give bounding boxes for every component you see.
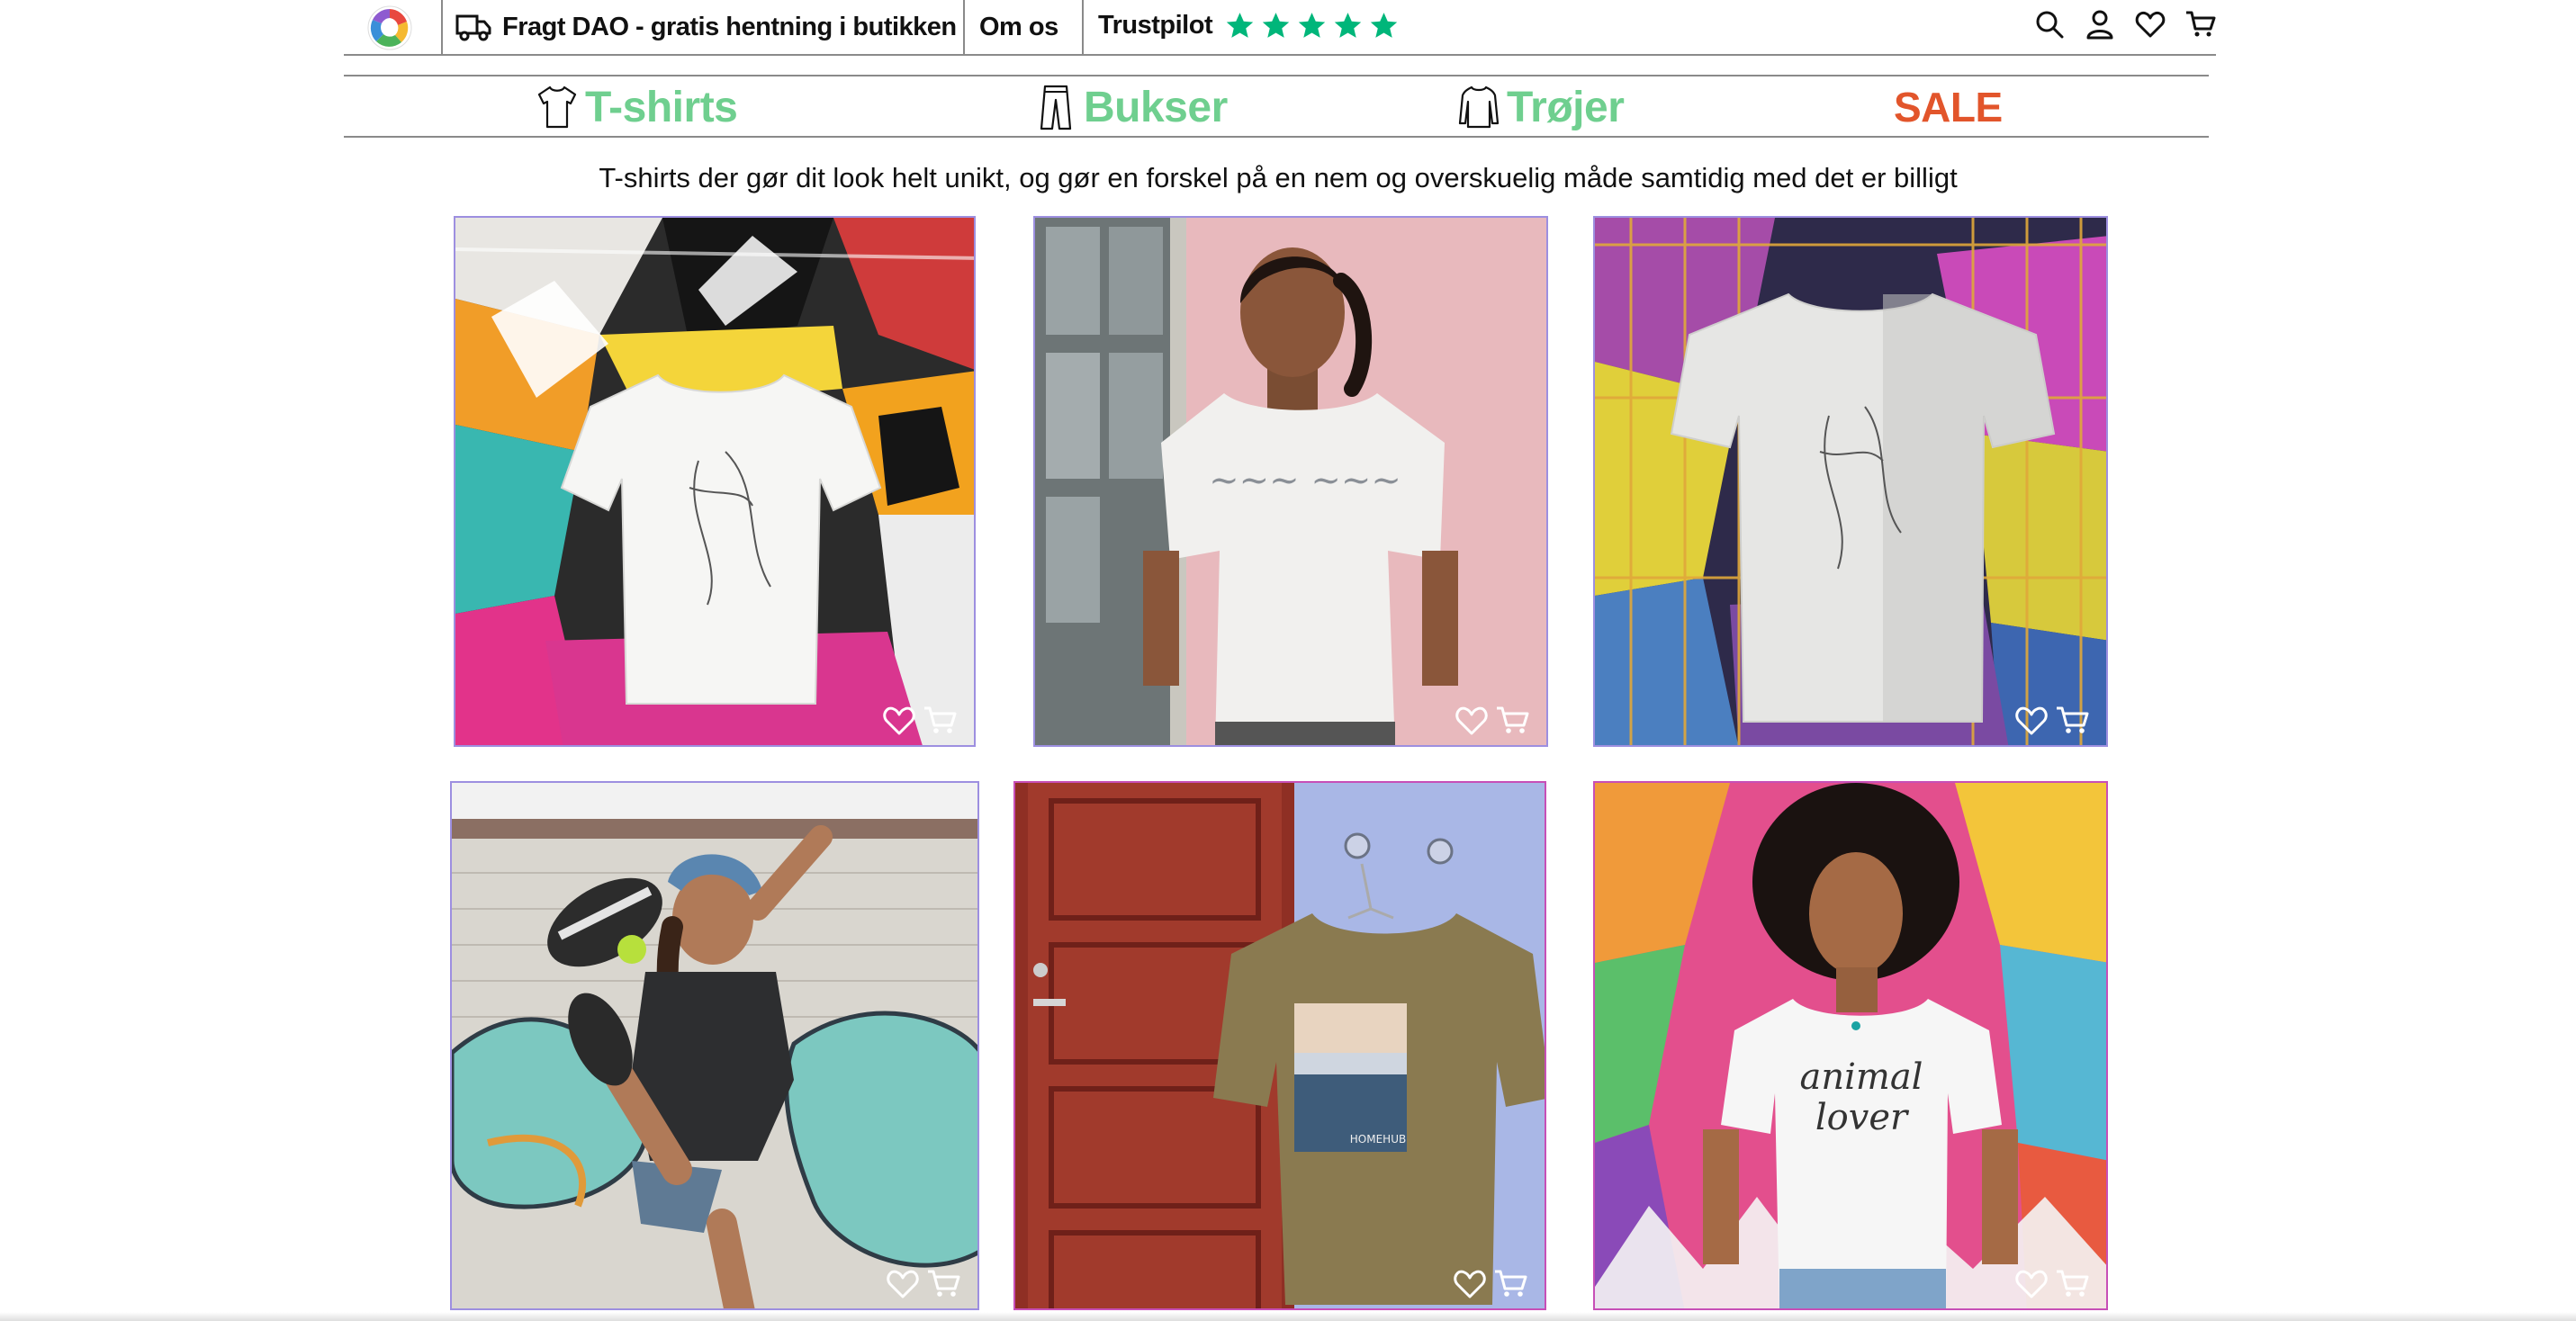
star-icon: [1226, 12, 1254, 38]
category-label: T-shirts: [585, 83, 738, 131]
svg-text:animal: animal: [1800, 1056, 1923, 1098]
heart-icon[interactable]: [2014, 1267, 2049, 1299]
heart-icon[interactable]: [886, 1267, 920, 1299]
about-label: Om os: [979, 12, 1058, 41]
category-label: Bukser: [1084, 83, 1228, 131]
product-actions: [2014, 1267, 2090, 1299]
heart-icon[interactable]: [2135, 9, 2166, 40]
product-image: HOMEHUB: [1015, 783, 1545, 1308]
truck-icon: [455, 14, 491, 41]
product-actions: [882, 704, 958, 736]
product-card[interactable]: [454, 216, 976, 747]
top-bar: Fragt DAO - gratis hentning i butikken O…: [344, 0, 2216, 56]
category-sale[interactable]: SALE: [1894, 84, 2003, 130]
product-actions: [1453, 1267, 1528, 1299]
svg-text:~~~ ~~~: ~~~ ~~~: [1209, 460, 1401, 501]
svg-text:lover: lover: [1815, 1097, 1910, 1138]
product-image: animal lover: [1595, 783, 2106, 1308]
tshirt-icon: [537, 85, 577, 129]
pants-icon: [1040, 85, 1072, 130]
star-icon: [1370, 12, 1398, 38]
svg-text:HOMEHUB: HOMEHUB: [1350, 1133, 1406, 1146]
product-card[interactable]: animal lover: [1593, 781, 2108, 1310]
category-label: Trøjer: [1507, 83, 1625, 131]
star-icon: [1262, 12, 1290, 38]
sweater-icon: [1458, 85, 1500, 129]
divider: [1082, 0, 1084, 56]
star-icon: [1334, 12, 1362, 38]
star-icon: [1298, 12, 1326, 38]
cart-icon[interactable]: [923, 704, 958, 736]
product-card[interactable]: [1593, 216, 2108, 747]
header-icons: [2034, 9, 2216, 40]
product-card[interactable]: HOMEHUB: [1013, 781, 1546, 1310]
rating-stars: [1225, 11, 1399, 40]
cart-icon[interactable]: [2056, 704, 2090, 736]
category-label: SALE: [1894, 84, 2003, 130]
heart-icon[interactable]: [1455, 704, 1489, 736]
product-image: ~~~ ~~~: [1035, 218, 1546, 745]
product-card[interactable]: ~~~ ~~~: [1033, 216, 1548, 747]
cart-icon[interactable]: [927, 1267, 961, 1299]
category-bukser[interactable]: Bukser: [1035, 83, 1228, 131]
cart-icon[interactable]: [2056, 1267, 2090, 1299]
trustpilot-label: Trustpilot: [1098, 10, 1213, 40]
product-actions: [886, 1267, 961, 1299]
category-nav: T-shirts Bukser Trøjer SALE: [344, 75, 2209, 138]
product-image: [455, 218, 974, 745]
cart-icon[interactable]: [1494, 1267, 1528, 1299]
logo[interactable]: [365, 4, 414, 52]
heart-icon[interactable]: [2014, 704, 2049, 736]
product-image: [452, 783, 977, 1308]
trustpilot-rating[interactable]: Trustpilot: [1098, 7, 1399, 43]
heart-icon[interactable]: [882, 704, 916, 736]
user-icon[interactable]: [2085, 9, 2115, 40]
shipping-info: Fragt DAO - gratis hentning i butikken: [455, 9, 957, 45]
cart-icon[interactable]: [1496, 704, 1530, 736]
product-actions: [1455, 704, 1530, 736]
product-actions: [2014, 704, 2090, 736]
heart-icon[interactable]: [1453, 1267, 1487, 1299]
product-card[interactable]: [450, 781, 979, 1310]
category-tshirts[interactable]: T-shirts: [536, 83, 738, 131]
cart-icon[interactable]: [2185, 9, 2216, 40]
shipping-text: Fragt DAO - gratis hentning i butikken: [502, 12, 957, 41]
page-tagline: T-shirts der gør dit look helt unikt, og…: [599, 162, 1958, 193]
bottom-shadow: [0, 1312, 2576, 1321]
divider: [441, 0, 443, 56]
product-image: [1595, 218, 2106, 745]
divider: [963, 0, 965, 56]
search-icon[interactable]: [2034, 9, 2065, 40]
about-link[interactable]: Om os: [979, 9, 1058, 45]
category-trojer[interactable]: Trøjer: [1458, 83, 1625, 131]
